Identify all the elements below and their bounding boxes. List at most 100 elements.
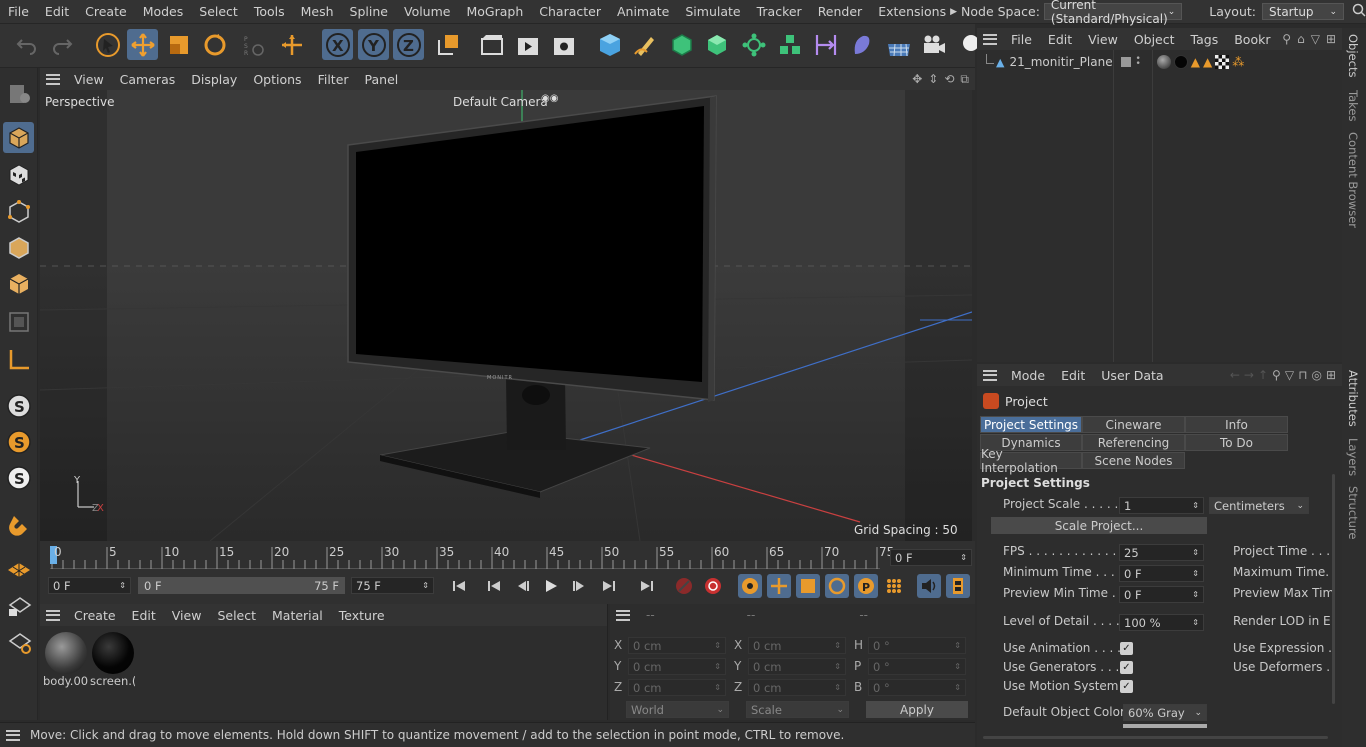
use-generators-checkbox[interactable]: ✓	[1120, 661, 1133, 674]
render-settings-icon[interactable]	[548, 29, 579, 60]
viewport-menu-view[interactable]: View	[66, 72, 112, 87]
menu-create[interactable]: Create	[77, 4, 135, 19]
project-scale-unit-dropdown[interactable]: Centimeters ⌄	[1209, 497, 1309, 514]
use-animation-checkbox[interactable]: ✓	[1120, 642, 1133, 655]
psr-icon[interactable]: PSR	[237, 29, 268, 60]
autokey-icon[interactable]	[701, 574, 725, 598]
menu-modes[interactable]: Modes	[135, 4, 192, 19]
previous-frame-icon[interactable]	[510, 574, 534, 598]
material-panel-menu-icon[interactable]	[46, 609, 60, 621]
make-editable-icon[interactable]	[3, 78, 34, 109]
object-menu-file[interactable]: File	[1003, 32, 1040, 47]
object-menu-tags[interactable]: Tags	[1183, 32, 1227, 47]
tab-referencing[interactable]: Referencing	[1082, 434, 1185, 451]
default-object-color-dropdown[interactable]: 60% Gray ⌄	[1123, 704, 1207, 721]
back-arrow-icon[interactable]: ←	[1228, 368, 1242, 382]
menu-tools[interactable]: Tools	[246, 4, 293, 19]
key-position-icon[interactable]	[767, 574, 791, 598]
object-menu-object[interactable]: Object	[1126, 32, 1183, 47]
model-mode-icon[interactable]	[3, 122, 34, 153]
viewport-menu-cameras[interactable]: Cameras	[112, 72, 184, 87]
material-menu-material[interactable]: Material	[264, 608, 331, 623]
menu-select[interactable]: Select	[191, 4, 246, 19]
menu-render[interactable]: Render	[810, 4, 871, 19]
end-frame-field[interactable]: 75 F ⇕	[351, 577, 434, 594]
menu-volume[interactable]: Volume	[396, 4, 459, 19]
forward-arrow-icon[interactable]: →	[1242, 368, 1256, 382]
coord-value-field[interactable]: 0 cm ⇕	[748, 637, 846, 654]
previous-key-icon[interactable]	[482, 574, 506, 598]
sound-icon[interactable]	[917, 574, 941, 598]
start-frame-field[interactable]: 0 F ⇕	[48, 577, 131, 594]
material-swatch[interactable]: body.00	[43, 632, 88, 690]
coords-scale-dropdown[interactable]: Scale ⌄	[746, 701, 849, 718]
attr-menu-edit[interactable]: Edit	[1053, 368, 1093, 383]
menu-mesh[interactable]: Mesh	[293, 4, 342, 19]
menu-file[interactable]: File	[0, 4, 37, 19]
goto-end-icon[interactable]	[635, 574, 659, 598]
camera-object-icon[interactable]	[918, 29, 949, 60]
y-axis-lock-icon[interactable]: Y	[358, 29, 389, 60]
search-icon[interactable]: ⚲	[1270, 368, 1283, 382]
extrude-generator-icon[interactable]	[701, 29, 732, 60]
next-key-icon[interactable]	[597, 574, 621, 598]
sidetab-attributes[interactable]: Attributes	[1346, 370, 1360, 427]
new-window-icon[interactable]: ⊞	[1323, 32, 1342, 46]
target-icon[interactable]: ◎	[1309, 368, 1323, 382]
coord-value-field[interactable]: 0 cm ⇕	[628, 679, 726, 696]
preview-range-slider[interactable]: 0 F 75 F	[138, 577, 345, 594]
menu-mograph[interactable]: MoGraph	[458, 4, 531, 19]
menu-character[interactable]: Character	[531, 4, 609, 19]
next-frame-icon[interactable]	[568, 574, 592, 598]
attribute-panel-menu-icon[interactable]	[983, 369, 997, 381]
viewport-rotate-icon[interactable]: ⟲	[941, 72, 957, 86]
node-space-dropdown[interactable]: Current (Standard/Physical) ⌄	[1043, 0, 1183, 26]
key-pla-icon[interactable]	[882, 574, 906, 598]
x-axis-lock-icon[interactable]: X	[322, 29, 353, 60]
3d-viewport[interactable]: Perspective Default Camera ◉◉ MONITR Gri…	[40, 90, 972, 541]
film-icon[interactable]	[946, 574, 970, 598]
fps-field[interactable]: 25 ⇕	[1119, 544, 1204, 561]
workplane-snap-icon[interactable]	[3, 626, 34, 657]
menu-simulate[interactable]: Simulate	[677, 4, 748, 19]
tab-project-settings[interactable]: Project Settings	[980, 416, 1082, 433]
material-swatch[interactable]: screen.(	[90, 632, 135, 690]
visibility-toggle[interactable]	[1121, 57, 1132, 67]
edge-mode-icon[interactable]	[3, 232, 34, 263]
object-menu-bookmarks[interactable]: Bookr	[1226, 32, 1278, 47]
render-region-icon[interactable]	[476, 29, 507, 60]
pen-spline-icon[interactable]	[630, 29, 661, 60]
attr-menu-mode[interactable]: Mode	[1003, 368, 1053, 383]
tab-scene-nodes[interactable]: Scene Nodes	[1082, 452, 1185, 469]
object-panel-menu-icon[interactable]	[983, 33, 997, 45]
menu-extensions[interactable]: Extensions	[870, 4, 950, 19]
coords-apply-button[interactable]: Apply	[866, 701, 968, 718]
status-menu-icon[interactable]	[6, 729, 20, 741]
point-mode-icon[interactable]	[3, 196, 34, 227]
menu-tracker[interactable]: Tracker	[749, 4, 810, 19]
viewport-pan-icon[interactable]: ✥	[909, 72, 925, 86]
material-menu-edit[interactable]: Edit	[124, 608, 164, 623]
current-frame-field[interactable]: 0 F ⇕	[890, 549, 972, 566]
material-menu-view[interactable]: View	[164, 608, 210, 623]
move-tool-icon[interactable]	[127, 29, 158, 60]
coord-value-field[interactable]: 0 ° ⇕	[868, 658, 966, 675]
sidetab-takes[interactable]: Takes	[1346, 90, 1360, 122]
scale-tool-icon[interactable]	[163, 29, 194, 60]
object-row[interactable]: ▲ 21_monitir_Plane • • ▲ ▲ ⁂	[977, 53, 1342, 71]
material-menu-texture[interactable]: Texture	[331, 608, 393, 623]
field-icon[interactable]	[846, 29, 877, 60]
tab-cineware[interactable]: Cineware	[1082, 416, 1185, 433]
viewport-menu-display[interactable]: Display	[183, 72, 245, 87]
tab-key-interpolation[interactable]: Key Interpolation	[980, 447, 1082, 475]
material-tag-icon[interactable]	[1156, 55, 1171, 69]
goto-start-icon[interactable]	[447, 574, 471, 598]
phong-tag-icon[interactable]: ▲	[1203, 55, 1212, 69]
use-motion-checkbox[interactable]: ✓	[1120, 680, 1133, 693]
coord-value-field[interactable]: 0 cm ⇕	[628, 658, 726, 675]
coord-value-field[interactable]: 0 cm ⇕	[628, 637, 726, 654]
lod-field[interactable]: 100 % ⇕	[1119, 614, 1204, 631]
viewport-maximize-icon[interactable]: ⧉	[957, 72, 975, 87]
snap-magnet-icon[interactable]	[3, 509, 34, 540]
axis-mode-icon[interactable]	[3, 344, 34, 375]
